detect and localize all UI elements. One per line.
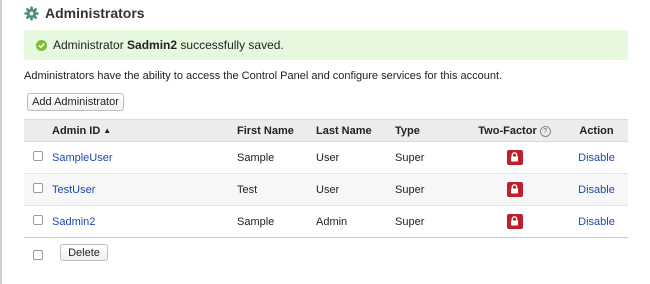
- last-name-cell: User: [316, 173, 395, 206]
- header-two-factor-label: Two-Factor: [478, 124, 537, 137]
- gear-icon: [24, 5, 39, 21]
- alert-suffix: successfully saved.: [180, 38, 284, 52]
- last-name-cell: Admin: [316, 205, 395, 238]
- table-header-row: Admin ID ▲ First Name Last Name Type Two-…: [24, 119, 628, 142]
- header-admin-id-label: Admin ID: [52, 124, 101, 137]
- left-border: [0, 0, 2, 284]
- success-alert: Administrator Sadmin2 successfully saved…: [24, 30, 628, 60]
- last-name-cell: User: [316, 141, 395, 174]
- table-row: TestUser Test User Super Disable: [24, 173, 628, 206]
- row-checkbox[interactable]: [33, 151, 43, 161]
- administrators-table: Admin ID ▲ First Name Last Name Type Two-…: [24, 119, 628, 238]
- delete-button[interactable]: Delete: [60, 244, 108, 261]
- alert-message: Administrator Sadmin2 successfully saved…: [53, 38, 284, 52]
- alert-prefix: Administrator: [53, 38, 124, 52]
- sort-ascending-icon: ▲: [103, 125, 112, 135]
- type-cell: Super: [395, 205, 464, 238]
- first-name-cell: Sample: [237, 205, 316, 238]
- admin-id-link[interactable]: TestUser: [52, 184, 95, 196]
- select-all-checkbox[interactable]: [33, 250, 43, 260]
- lock-icon: [506, 181, 523, 197]
- table-row: Sadmin2 Sample Admin Super Disable: [24, 205, 628, 238]
- header-type: Type: [395, 119, 464, 142]
- page-title: Administrators: [45, 5, 145, 21]
- disable-link[interactable]: Disable: [578, 216, 615, 228]
- alert-admin-name: Sadmin2: [127, 38, 178, 52]
- add-administrator-button[interactable]: Add Administrator: [27, 93, 124, 111]
- page-description: Administrators have the ability to acces…: [24, 70, 503, 82]
- admin-id-link[interactable]: SampleUser: [52, 152, 113, 164]
- first-name-cell: Test: [237, 173, 316, 206]
- disable-link[interactable]: Disable: [578, 152, 615, 164]
- header-select-col: [24, 119, 52, 142]
- header-last-name: Last Name: [316, 119, 395, 142]
- disable-link[interactable]: Disable: [578, 184, 615, 196]
- header-two-factor: Two-Factor?: [464, 119, 565, 142]
- type-cell: Super: [395, 141, 464, 174]
- lock-icon: [506, 149, 523, 165]
- row-checkbox[interactable]: [33, 215, 43, 225]
- help-icon[interactable]: ?: [539, 125, 551, 137]
- select-all-checkbox-wrap: [33, 247, 43, 265]
- success-check-icon: [36, 39, 47, 51]
- first-name-cell: Sample: [237, 141, 316, 174]
- header-action: Action: [565, 119, 628, 142]
- header-admin-id[interactable]: Admin ID ▲: [52, 119, 237, 142]
- admin-id-link[interactable]: Sadmin2: [52, 216, 95, 228]
- type-cell: Super: [395, 173, 464, 206]
- row-checkbox[interactable]: [33, 183, 43, 193]
- header-first-name: First Name: [237, 119, 316, 142]
- page-header: Administrators: [24, 4, 145, 22]
- table-row: SampleUser Sample User Super Disable: [24, 141, 628, 174]
- lock-icon: [506, 213, 523, 229]
